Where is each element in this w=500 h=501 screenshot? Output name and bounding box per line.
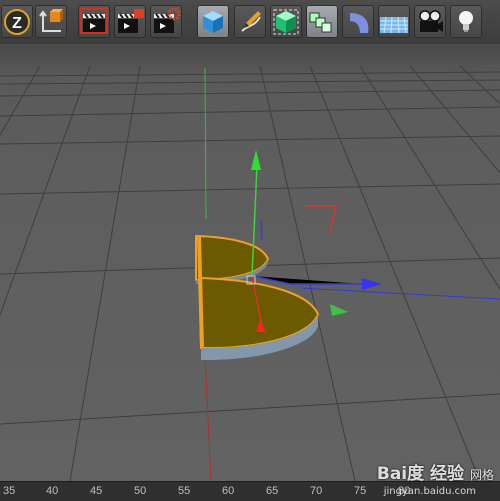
clapboard-render-view-icon	[80, 8, 108, 34]
ruler-label: 55	[178, 485, 191, 497]
z-undo-icon: Z	[4, 9, 30, 35]
gizmo-green-corner[interactable]	[330, 304, 348, 316]
top-toolbar: Z	[0, 0, 500, 45]
clapboard-gear-icon	[154, 7, 181, 33]
light-button[interactable]	[450, 5, 482, 38]
array-cubes-icon	[309, 12, 332, 33]
ruler-label: 50	[134, 485, 147, 497]
world-z-axis-line	[204, 353, 212, 482]
watermark-text: Bai度 经验	[376, 464, 465, 484]
gizmo-plane-handle[interactable]	[305, 205, 337, 233]
ruler-label: 75	[354, 485, 367, 497]
cube-button[interactable]	[197, 5, 229, 38]
bend-deformer-button[interactable]	[342, 5, 374, 38]
ruler-label: 60	[222, 485, 235, 497]
ruler-label: 65	[266, 485, 279, 497]
bend-icon	[350, 13, 369, 33]
svg-text:Z: Z	[12, 15, 22, 32]
ruler-label: 45	[90, 485, 103, 497]
subdivision-button[interactable]	[270, 5, 302, 38]
undo-z-button[interactable]: Z	[1, 5, 33, 38]
clapboard-picture-viewer-icon	[118, 9, 144, 33]
coordinate-system-button[interactable]	[35, 5, 67, 38]
render-picture-viewer-button[interactable]	[114, 5, 146, 38]
pen-icon	[241, 11, 261, 32]
camera-button[interactable]	[414, 5, 446, 38]
gizmo-blue-handle[interactable]	[260, 219, 263, 241]
gizmo-x-axis	[251, 275, 362, 285]
cube-icon	[203, 11, 223, 33]
world-y-axis-line	[204, 67, 207, 220]
ruler-label: 40	[46, 485, 59, 497]
camera-icon	[419, 10, 443, 32]
lightbulb-icon	[459, 11, 473, 32]
ruler-label: 70	[310, 485, 323, 497]
viewport-scene	[0, 65, 500, 482]
floor-icon	[380, 16, 408, 34]
render-view-button[interactable]	[78, 5, 110, 38]
watermark-side-text: 网格	[469, 468, 494, 482]
world-x-axis-line	[299, 287, 500, 300]
ruler-label: 35	[3, 485, 16, 497]
gizmo-y-arrow[interactable]	[251, 150, 261, 170]
baidu-watermark: Bai度 经验 网格	[377, 459, 494, 484]
array-button[interactable]	[306, 5, 338, 38]
green-cube-icon	[273, 9, 299, 35]
floor-button[interactable]	[378, 5, 410, 38]
pen-button[interactable]	[234, 5, 266, 38]
axis-cube-icon	[39, 9, 63, 32]
watermark-url: jingyan.baidu.com	[383, 486, 476, 497]
render-settings-button[interactable]	[150, 5, 182, 38]
3d-viewport[interactable]	[0, 44, 500, 482]
gizmo-x-arrow[interactable]	[362, 278, 382, 290]
